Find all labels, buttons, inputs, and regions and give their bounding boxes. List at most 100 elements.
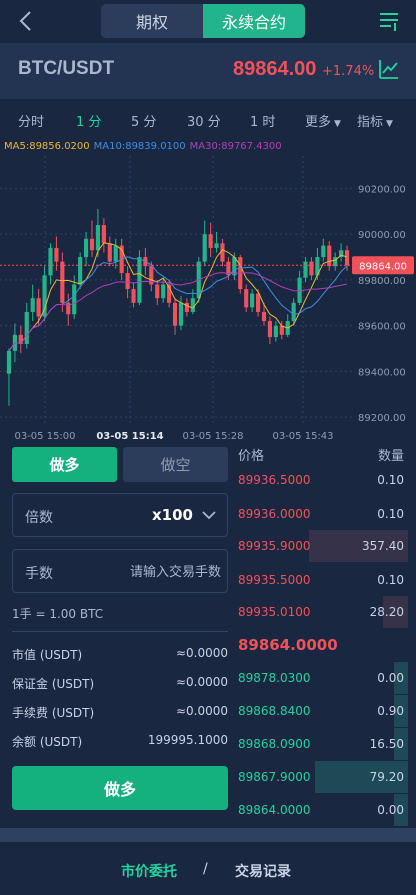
candle-body [101, 225, 106, 244]
y-tick-label: 89800.00 [358, 276, 406, 287]
long-tab-button[interactable]: 做多 [12, 447, 117, 482]
ask-row[interactable]: 89935.5000 0.10 [238, 564, 404, 596]
tab-market-orders[interactable]: 市价委托 [121, 861, 177, 881]
candle-body [255, 293, 261, 312]
candle-body [220, 243, 225, 262]
indicators-menu[interactable]: 指标 ▼ [357, 111, 393, 130]
quantity-label: 手数 [25, 566, 53, 582]
stat-label: 手续费 (USDT) [12, 706, 95, 720]
bid-row[interactable]: 89867.9000 79.20 [238, 761, 408, 793]
candle-body [178, 302, 184, 326]
candle-body [6, 350, 12, 374]
bid-qty: 0.00 [377, 671, 404, 685]
candle-body [321, 245, 326, 258]
quantity-input[interactable] [103, 560, 221, 584]
candle-body [327, 245, 332, 267]
leverage-value: x100 [152, 506, 193, 524]
menu-list-icon[interactable] [378, 10, 400, 32]
bid-price: 89878.0300 [238, 671, 311, 685]
lot-size-info: 1手 = 1.00 BTC [12, 607, 104, 621]
ask-price: 89936.5000 [238, 473, 311, 487]
ask-row[interactable]: 89936.0000 0.10 [238, 498, 404, 530]
candle-body [261, 311, 267, 322]
x-tick-label: 03-05 15:28 [182, 431, 243, 442]
leverage-select[interactable]: 倍数 x100 [12, 493, 228, 537]
short-tab-button[interactable]: 做空 [123, 447, 228, 482]
submit-long-button[interactable]: 做多 [12, 766, 228, 810]
candle-body [172, 302, 178, 326]
ma10-value: MA10:89839.0100 [93, 141, 186, 152]
candle-body [250, 293, 255, 308]
stat-value: 199995.1000 [147, 733, 228, 747]
kline-chart[interactable]: 90200.00 90000.00 89800.00 89600.00 89400.00… [0, 156, 416, 446]
candle-body [113, 245, 118, 262]
ask-qty: 0.10 [377, 473, 404, 487]
trend-chart-icon[interactable] [378, 58, 400, 80]
stat-margin: 保证金 (USDT) ≈0.0000 [12, 675, 228, 693]
back-arrow-icon[interactable] [16, 9, 38, 33]
candle-body [344, 250, 350, 266]
timeframe-more[interactable]: 更多 ▼ [305, 111, 341, 130]
bid-row[interactable]: 89868.8400 0.90 [238, 695, 408, 727]
caret-down-icon: ▼ [334, 119, 341, 129]
bid-row[interactable]: 89878.0300 0.00 [238, 662, 408, 694]
current-price-label: 89864.00 [359, 261, 407, 272]
last-price: 89864.00 [233, 58, 317, 80]
bid-price: 89867.9000 [238, 770, 311, 784]
candle-body [78, 257, 83, 285]
pair-name[interactable]: BTC/USDT [18, 58, 114, 80]
timeframe-tick[interactable]: 分时 [18, 111, 44, 130]
ask-row[interactable]: 89935.0100 28.20 [238, 596, 408, 628]
timeframe-1m[interactable]: 1 分 [76, 111, 101, 130]
tab-trade-records[interactable]: 交易记录 [235, 861, 291, 881]
top-bar: 期权 永续合约 [0, 0, 416, 43]
candle-body [54, 247, 59, 262]
candle-body [72, 284, 77, 315]
candle-body [208, 234, 213, 248]
ask-price: 89936.0000 [238, 507, 311, 521]
ask-price: 89935.0100 [238, 605, 311, 619]
candle-body [267, 321, 273, 338]
tab-options[interactable]: 期权 [101, 4, 203, 38]
y-tick-label: 89200.00 [358, 413, 406, 424]
ma-legend: MA5:89856.0200 MA10:89839.0100 MA30:89767.… [4, 141, 282, 152]
timeframe-5m[interactable]: 5 分 [131, 111, 156, 130]
caret-down-icon: ▼ [386, 119, 393, 129]
bid-price: 89868.0900 [238, 737, 311, 751]
candle-body [125, 273, 130, 290]
bid-row[interactable]: 89864.0000 0.00 [238, 794, 408, 826]
candle-body [309, 261, 314, 276]
ma30-line [8, 272, 348, 352]
bottom-nav: 市价委托 / 交易记录 [0, 842, 416, 895]
bid-price: 89868.8400 [238, 704, 311, 718]
stat-label: 保证金 (USDT) [12, 677, 95, 691]
bottom-separator [0, 828, 416, 842]
candle-body [137, 257, 142, 303]
kline-svg: 90200.00 90000.00 89800.00 89600.00 89400.00… [0, 156, 414, 442]
stat-label: 市值 (USDT) [12, 648, 83, 662]
bid-row[interactable]: 89868.0900 16.50 [238, 728, 408, 760]
stat-market-value: 市值 (USDT) ≈0.0000 [12, 646, 228, 664]
pair-info-bar: BTC/USDT 89864.00 +1.74% [0, 43, 416, 99]
y-tick-label: 89600.00 [358, 322, 406, 333]
y-tick-label: 90000.00 [358, 230, 406, 241]
ask-row[interactable]: 89936.5000 0.10 [238, 464, 404, 496]
bid-qty: 0.00 [377, 803, 404, 817]
timeframe-bar: 分时 1 分 5 分 30 分 1 时 更多 ▼ 指标 ▼ [0, 99, 416, 139]
tab-perpetual[interactable]: 永续合约 [203, 4, 305, 38]
qty-column-header: 数量 [377, 449, 404, 464]
timeframe-1h[interactable]: 1 时 [250, 111, 275, 130]
divider [12, 631, 228, 632]
candle-body [202, 234, 207, 262]
candle-body [36, 298, 41, 317]
candle-body [83, 238, 89, 258]
nav-separator: / [203, 861, 208, 877]
chevron-down-icon [202, 511, 216, 520]
candle-body [244, 289, 249, 308]
timeframe-30m[interactable]: 30 分 [187, 111, 221, 130]
candle-body [89, 238, 95, 251]
candle-body [273, 325, 278, 338]
stat-balance: 余额 (USDT) 199995.1000 [12, 733, 228, 751]
ask-row[interactable]: 89935.9000 357.40 [238, 530, 408, 562]
ma30-value: MA30:89767.4300 [189, 141, 282, 152]
